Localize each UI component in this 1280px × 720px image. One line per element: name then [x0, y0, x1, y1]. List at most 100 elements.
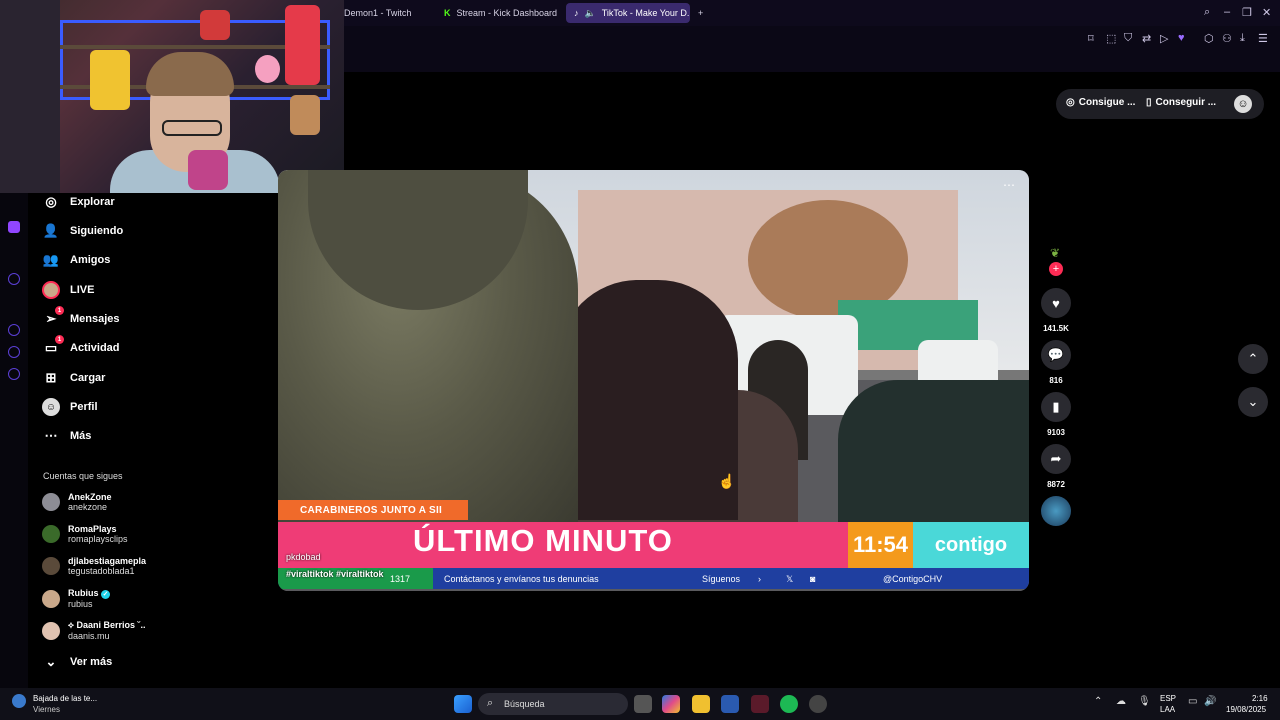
screenshot-icon[interactable]: ⬚: [1106, 32, 1116, 45]
nav-siguiendo[interactable]: 👤 Siguiendo: [42, 219, 123, 243]
comment-icon: 💬: [1047, 347, 1065, 362]
channel-logo: contigo: [913, 522, 1029, 568]
video-player[interactable]: CARABINEROS JUNTO A SII ÚLTIMO MINUTO 11…: [278, 170, 1029, 591]
translate-icon[interactable]: ⇄: [1142, 32, 1151, 45]
following-item[interactable]: RomaPlays romaplaysclips: [42, 524, 128, 544]
close-icon[interactable]: ✕: [1262, 6, 1271, 19]
nav-mas[interactable]: ⋯ Más: [42, 424, 92, 448]
taskbar-search[interactable]: ⌕ Búsqueda: [478, 693, 628, 715]
nav-cargar[interactable]: ⊞ Cargar: [42, 366, 106, 390]
rail-icon[interactable]: [8, 273, 20, 285]
get-coins-button[interactable]: ◎ Consigue ...: [1066, 97, 1135, 108]
account-icon[interactable]: ⚇: [1222, 32, 1232, 45]
save-button[interactable]: ▮: [1041, 392, 1071, 422]
clock-time[interactable]: 2:16: [1252, 694, 1268, 703]
avatar: [42, 621, 60, 640]
extensions-icon[interactable]: ⬡: [1204, 32, 1214, 45]
tab-twitch[interactable]: Demon1 - Twitch: [336, 3, 436, 23]
like-button[interactable]: ♥: [1041, 288, 1071, 318]
search-icon[interactable]: ⌕: [1204, 6, 1210, 19]
x-icon: 𝕏: [786, 574, 794, 584]
network-icon[interactable]: ▭: [1188, 696, 1197, 707]
weather-icon[interactable]: [12, 694, 26, 708]
sound-disc[interactable]: [1041, 496, 1071, 526]
next-video-button[interactable]: ⌄: [1238, 387, 1268, 417]
follow-plus-icon[interactable]: +: [1049, 262, 1063, 276]
bookmark-icon: ▮: [1052, 399, 1060, 414]
nav-actividad[interactable]: ▭ 1 Actividad: [42, 335, 120, 360]
follow-handle: romaplaysclips: [68, 534, 128, 544]
language-indicator[interactable]: ESP: [1160, 694, 1176, 703]
app-icon[interactable]: [809, 695, 827, 713]
heart-icon[interactable]: ♥: [1178, 32, 1185, 44]
see-more-button[interactable]: ⌄ Ver más: [42, 650, 113, 674]
nav-mensajes[interactable]: ➢ 1 Mensajes: [42, 306, 120, 331]
get-app-button[interactable]: ▯ Conseguir ...: [1146, 97, 1216, 108]
chevron-up-icon: ⌃: [1247, 351, 1259, 366]
share-icon: ➦: [1050, 451, 1062, 466]
nav-live[interactable]: LIVE: [42, 278, 94, 302]
following-item[interactable]: Rubius ✓ rubius: [42, 588, 111, 609]
comment-button[interactable]: 💬: [1041, 340, 1071, 370]
nav-label: Cargar: [70, 372, 106, 384]
more-options-icon[interactable]: ⋯: [1003, 178, 1015, 192]
compass-icon: ◎: [45, 194, 57, 209]
share-button[interactable]: ➦: [1041, 444, 1071, 474]
tab-kick[interactable]: K Stream - Kick Dashboard: [436, 3, 564, 23]
mic-icon[interactable]: 🎙: [1138, 696, 1151, 707]
settings-icon[interactable]: [8, 368, 20, 380]
twitch-icon[interactable]: [8, 221, 20, 233]
follow-name: ⟡ Daani Berrios ˘..: [68, 620, 146, 630]
volume-icon[interactable]: 🔊: [1204, 696, 1216, 707]
restore-icon[interactable]: ❐: [1242, 6, 1252, 19]
following-item[interactable]: djlabestiagamepla tegustadoblada1: [42, 556, 146, 576]
avatar: [42, 589, 60, 608]
ticker-text: Contáctanos y envíanos tus denuncias: [444, 574, 599, 584]
game-box: [90, 50, 130, 110]
cloud-icon[interactable]: ☁: [1116, 696, 1126, 707]
video-author[interactable]: pkdobad: [286, 552, 321, 562]
tab-label: Stream - Kick Dashboard: [456, 8, 558, 18]
nav-perfil[interactable]: ☺ Perfil: [42, 395, 98, 419]
nav-amigos[interactable]: 👥 Amigos: [42, 248, 110, 272]
nav-explorar[interactable]: ◎ Explorar: [42, 190, 114, 214]
play-icon[interactable]: ▷: [1160, 32, 1168, 45]
following-title: Cuentas que sigues: [43, 471, 123, 481]
kirby-figure: [255, 55, 280, 83]
video-hashtags[interactable]: #viraltiktok #viraltiktok: [286, 569, 384, 579]
shield-icon[interactable]: ⛉: [1124, 32, 1132, 45]
previous-video-button[interactable]: ⌃: [1238, 344, 1268, 374]
store-icon[interactable]: [721, 695, 739, 713]
profile-avatar[interactable]: ☺: [1234, 95, 1252, 113]
tray-expand-icon[interactable]: ⌃: [1094, 696, 1102, 707]
rail-icon[interactable]: [8, 346, 20, 358]
task-view-icon[interactable]: [634, 695, 652, 713]
cursor-icon: ☝: [718, 473, 736, 489]
weather-title[interactable]: Bajada de las te...: [33, 694, 97, 703]
copilot-icon[interactable]: [662, 695, 680, 713]
avatar: [42, 557, 60, 575]
new-tab-button[interactable]: +: [690, 3, 710, 23]
kick-icon: K: [444, 8, 451, 18]
picture: [290, 95, 320, 135]
windows-start-icon[interactable]: [454, 695, 472, 713]
top-right-actions: ◎ Consigue ... ▯ Conseguir ... ☺: [1056, 89, 1264, 119]
spotify-icon[interactable]: [780, 695, 798, 713]
download-icon[interactable]: ⤓: [1240, 32, 1245, 45]
share-count: 8872: [1047, 480, 1065, 489]
opera-icon[interactable]: [751, 695, 769, 713]
file-explorer-icon[interactable]: [692, 695, 710, 713]
phone-icon: ▯: [1146, 97, 1152, 108]
history-icon[interactable]: [8, 324, 20, 336]
banner-label: CARABINEROS JUNTO A SII: [278, 500, 468, 520]
menu-icon[interactable]: ☰: [1258, 32, 1268, 45]
following-item[interactable]: AnekZone anekzone: [42, 492, 112, 512]
creator-avatar[interactable]: ❦ +: [1044, 244, 1068, 276]
ticker-handle: @ContigoCHV: [883, 574, 943, 584]
comment-count: 816: [1049, 376, 1063, 385]
tab-tiktok[interactable]: ♪ 🔈 TikTok - Make Your D...: [566, 3, 690, 23]
following-item[interactable]: ⟡ Daani Berrios ˘.. daanis.mu: [42, 620, 145, 641]
nav-label: Siguiendo: [70, 225, 124, 237]
minimize-icon[interactable]: –: [1224, 6, 1230, 18]
bookmark-icon[interactable]: ⌑: [1088, 32, 1094, 45]
